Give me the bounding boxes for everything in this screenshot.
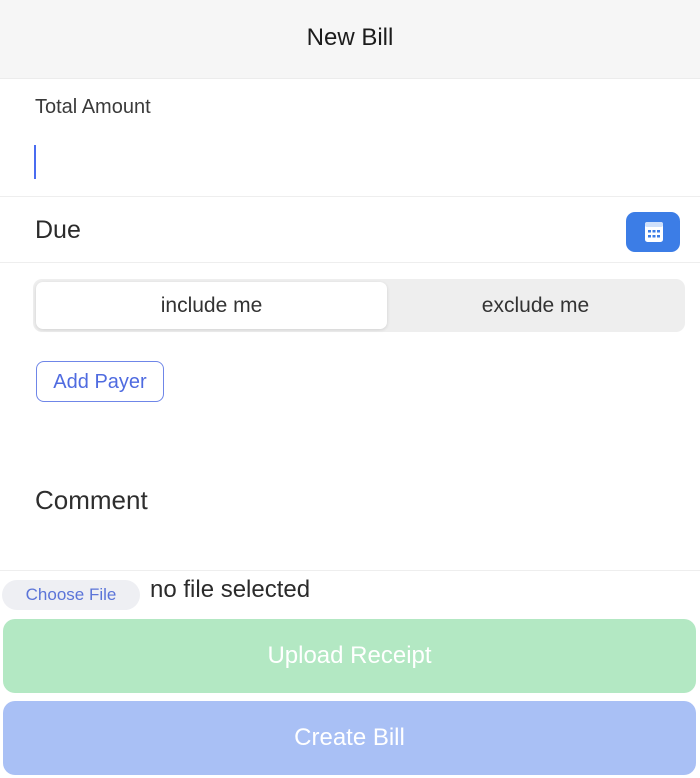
exclude-me-segment[interactable]: exclude me bbox=[389, 282, 682, 329]
upload-receipt-button[interactable]: Upload Receipt bbox=[3, 619, 696, 693]
page-title: New Bill bbox=[306, 24, 394, 51]
new-bill-screen: New Bill Total Amount Due include me exc… bbox=[0, 0, 700, 778]
text-cursor bbox=[34, 145, 36, 179]
comment-input[interactable] bbox=[30, 525, 674, 565]
include-me-segment[interactable]: include me bbox=[36, 282, 387, 329]
navigation-bar: New Bill bbox=[0, 0, 700, 79]
due-label: Due bbox=[35, 216, 81, 244]
create-bill-button[interactable]: Create Bill bbox=[3, 701, 696, 775]
divider bbox=[0, 262, 700, 263]
total-amount-input[interactable] bbox=[30, 140, 670, 184]
calendar-icon bbox=[645, 222, 663, 242]
divider bbox=[0, 196, 700, 197]
comment-label: Comment bbox=[35, 485, 148, 515]
total-amount-label: Total Amount bbox=[35, 96, 151, 118]
payer-mode-segmented-control: include me exclude me bbox=[33, 279, 685, 332]
add-payer-button[interactable]: Add Payer bbox=[36, 361, 164, 402]
choose-file-button[interactable]: Choose File bbox=[2, 580, 140, 610]
divider bbox=[0, 570, 700, 571]
due-date-picker-button[interactable] bbox=[626, 212, 680, 252]
file-status-text: no file selected bbox=[150, 576, 311, 603]
